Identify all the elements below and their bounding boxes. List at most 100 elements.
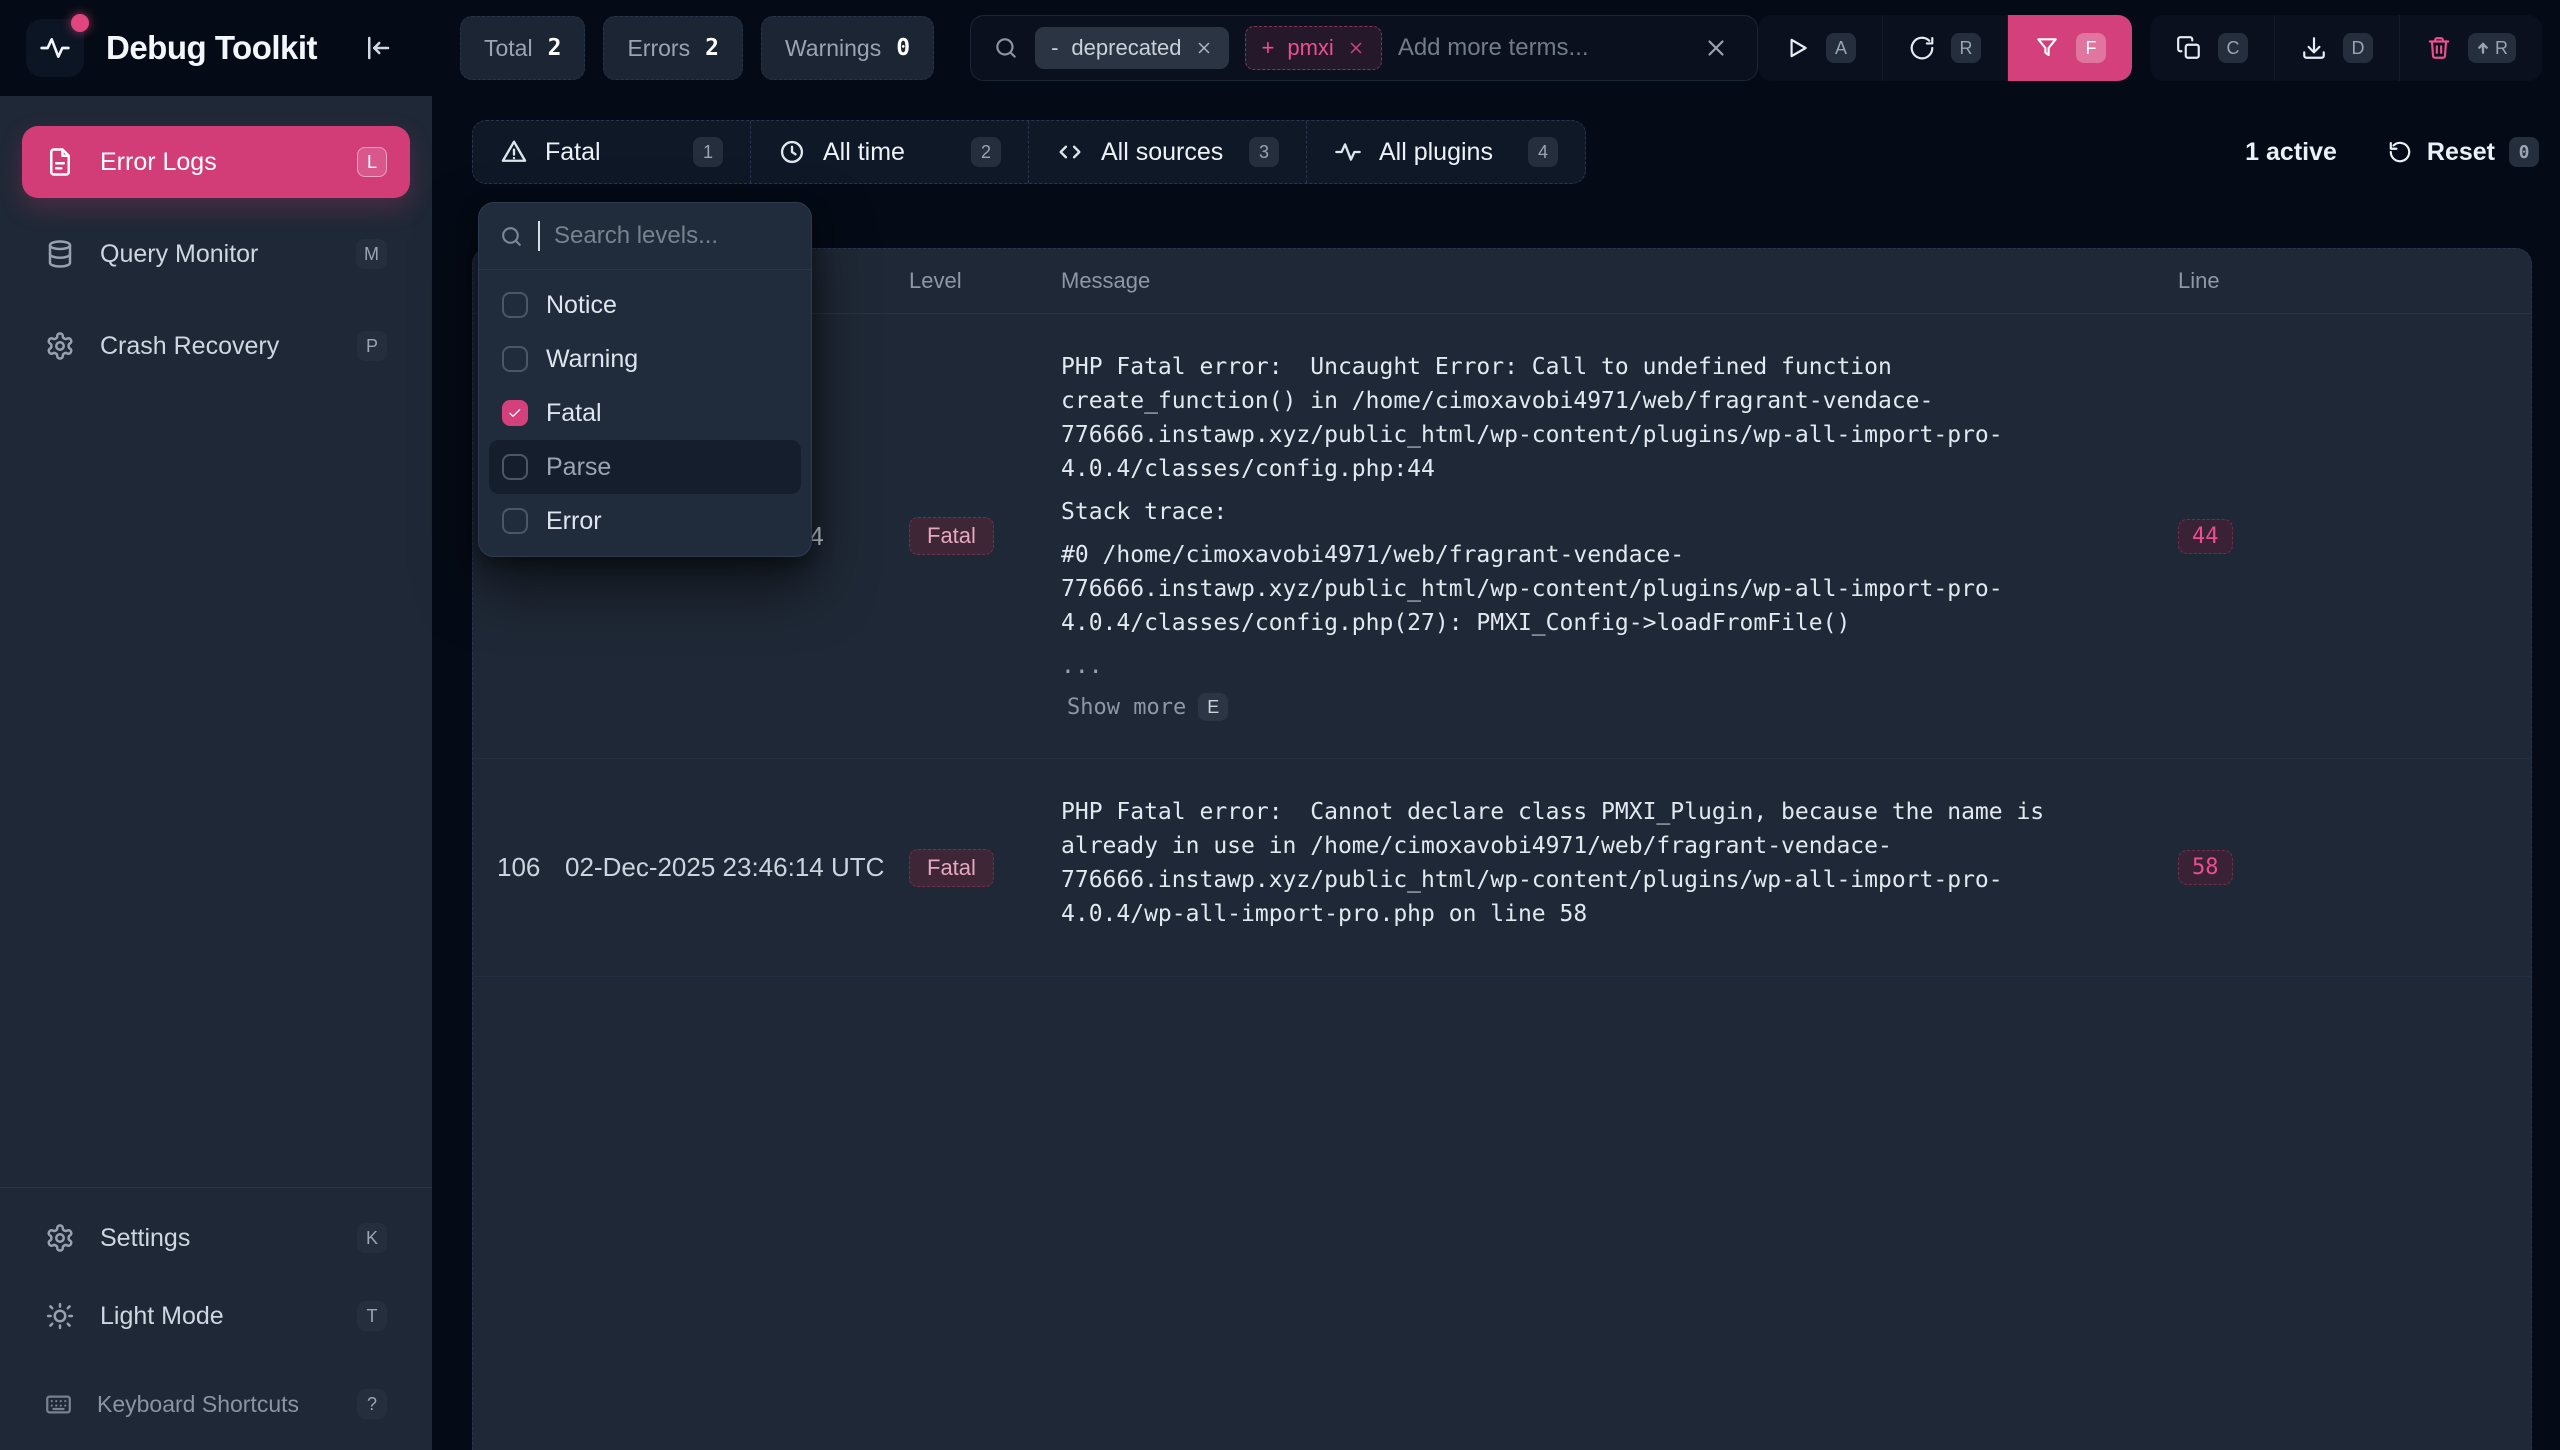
toolbar-actions: A R F bbox=[1758, 15, 2560, 81]
app-title: Debug Toolkit bbox=[106, 29, 317, 67]
plugins-filter-dropdown[interactable]: All plugins 4 bbox=[1307, 121, 1585, 183]
line-number-badge: 58 bbox=[2178, 850, 2233, 885]
gear-icon bbox=[45, 1223, 75, 1253]
run-kbd: A bbox=[1826, 33, 1856, 63]
delete-button[interactable]: R bbox=[2400, 15, 2542, 81]
sources-filter-dropdown[interactable]: All sources 3 bbox=[1029, 121, 1307, 183]
search-tag-include[interactable]: + pmxi bbox=[1245, 26, 1382, 70]
stat-total[interactable]: Total 2 bbox=[460, 16, 585, 80]
refresh-kbd: R bbox=[1951, 33, 1981, 63]
checkbox-checked[interactable] bbox=[502, 400, 528, 426]
search-tag-exclude[interactable]: - deprecated bbox=[1035, 27, 1228, 69]
level-option-label: Warning bbox=[546, 345, 638, 374]
level-badge: Fatal bbox=[909, 849, 994, 887]
line-number-badge: 44 bbox=[2178, 519, 2233, 554]
level-filter-dropdown[interactable]: Fatal 1 bbox=[473, 121, 751, 183]
sidebar-item-kbd: ? bbox=[357, 1389, 387, 1419]
refresh-icon bbox=[1909, 35, 1935, 61]
sidebar-item-crash-recovery[interactable]: Crash Recovery P bbox=[22, 310, 410, 382]
gear-icon bbox=[45, 331, 75, 361]
checkbox-unchecked[interactable] bbox=[502, 346, 528, 372]
search-icon bbox=[499, 224, 524, 249]
copy-icon bbox=[2176, 35, 2202, 61]
level-option-error[interactable]: Error bbox=[489, 494, 801, 548]
time-filter-label: All time bbox=[823, 138, 905, 167]
sidebar-item-label: Query Monitor bbox=[100, 240, 258, 269]
stat-warnings-value: 0 bbox=[896, 35, 910, 61]
sidebar-item-light-mode[interactable]: Light Mode T bbox=[22, 1280, 410, 1352]
remove-tag-icon[interactable] bbox=[1347, 39, 1365, 57]
sidebar: Error Logs L Query Monitor M Crash Recov… bbox=[0, 96, 432, 1450]
sidebar-item-query-monitor[interactable]: Query Monitor M bbox=[22, 218, 410, 290]
filter-button[interactable]: F bbox=[2008, 15, 2132, 81]
notification-dot bbox=[71, 14, 89, 32]
stat-total-label: Total bbox=[484, 35, 533, 62]
message-paragraph: PHP Fatal error: Uncaught Error: Call to… bbox=[1061, 350, 2086, 486]
remove-tag-icon[interactable] bbox=[1195, 39, 1213, 57]
checkbox-unchecked[interactable] bbox=[502, 292, 528, 318]
plugins-filter-label: All plugins bbox=[1379, 138, 1493, 167]
collapse-sidebar-button[interactable] bbox=[359, 29, 397, 67]
stat-warnings[interactable]: Warnings 0 bbox=[761, 16, 934, 80]
sidebar-item-label: Crash Recovery bbox=[100, 332, 279, 361]
refresh-button[interactable]: R bbox=[1883, 15, 2008, 81]
reset-kbd: 0 bbox=[2509, 137, 2539, 167]
sources-filter-label: All sources bbox=[1101, 138, 1223, 167]
copy-kbd: C bbox=[2218, 33, 2248, 63]
level-option-label: Fatal bbox=[546, 399, 602, 428]
search-tag-prefix: + bbox=[1262, 35, 1275, 61]
stat-errors[interactable]: Errors 2 bbox=[603, 16, 742, 80]
sidebar-item-error-logs[interactable]: Error Logs L bbox=[22, 126, 410, 198]
level-option-fatal[interactable]: Fatal bbox=[489, 386, 801, 440]
show-more-button[interactable]: Show more E bbox=[1061, 692, 1234, 722]
reset-filters-button[interactable]: Reset 0 bbox=[2381, 136, 2545, 168]
close-icon bbox=[1703, 35, 1729, 61]
sidebar-footer: Settings K Light Mode T Keyboard Shortcu… bbox=[0, 1187, 432, 1434]
message-paragraph: Stack trace: bbox=[1061, 495, 2086, 529]
copy-button[interactable]: C bbox=[2150, 15, 2275, 81]
stat-warnings-label: Warnings bbox=[785, 35, 881, 62]
level-option-label: Error bbox=[546, 507, 602, 536]
text-cursor bbox=[538, 221, 540, 251]
column-header-line[interactable]: Line bbox=[2178, 268, 2531, 294]
brand-zone: Debug Toolkit bbox=[0, 19, 432, 77]
stat-errors-label: Errors bbox=[627, 35, 690, 62]
time-filter-dropdown[interactable]: All time 2 bbox=[751, 121, 1029, 183]
message-paragraph: PHP Fatal error: Cannot declare class PM… bbox=[1061, 795, 2086, 931]
checkbox-unchecked[interactable] bbox=[502, 508, 528, 534]
level-options-list: Notice Warning Fatal Parse Error bbox=[479, 270, 811, 548]
sidebar-item-kbd: K bbox=[357, 1223, 387, 1253]
level-option-label: Parse bbox=[546, 453, 611, 482]
filter-kbd: F bbox=[2076, 33, 2106, 63]
log-timestamp: 02-Dec-2025 23:46:14 UTC bbox=[565, 852, 909, 883]
column-header-level[interactable]: Level bbox=[909, 268, 1061, 294]
run-button[interactable]: A bbox=[1758, 15, 1883, 81]
level-option-warning[interactable]: Warning bbox=[489, 332, 801, 386]
clear-search-button[interactable] bbox=[1697, 34, 1735, 62]
level-filter-label: Fatal bbox=[545, 138, 601, 167]
sidebar-item-settings[interactable]: Settings K bbox=[22, 1202, 410, 1274]
search-tag-text: pmxi bbox=[1287, 35, 1333, 61]
sidebar-item-keyboard-shortcuts[interactable]: Keyboard Shortcuts ? bbox=[22, 1374, 410, 1434]
search-tag-prefix: - bbox=[1051, 35, 1058, 61]
download-kbd: D bbox=[2343, 33, 2373, 63]
sidebar-item-kbd: M bbox=[356, 239, 387, 269]
level-search-input[interactable]: Search levels... bbox=[479, 203, 811, 270]
app-logo bbox=[26, 19, 84, 77]
filter-dropdown-group: Fatal 1 All time 2 All sources 3 bbox=[472, 120, 1586, 184]
filter-status-zone: 1 active Reset 0 bbox=[2245, 136, 2545, 168]
sidebar-item-label: Keyboard Shortcuts bbox=[97, 1391, 299, 1418]
download-button[interactable]: D bbox=[2275, 15, 2400, 81]
filter-bar: Fatal 1 All time 2 All sources 3 bbox=[472, 120, 2545, 184]
sidebar-item-label: Settings bbox=[100, 1224, 190, 1253]
checkbox-unchecked[interactable] bbox=[502, 454, 528, 480]
column-header-message[interactable]: Message bbox=[1061, 268, 2178, 294]
level-option-parse[interactable]: Parse bbox=[489, 440, 801, 494]
table-row[interactable]: 106 02-Dec-2025 23:46:14 UTC Fatal PHP F… bbox=[473, 759, 2531, 977]
stats-chips: Total 2 Errors 2 Warnings 0 bbox=[460, 16, 934, 80]
action-group-primary: A R F bbox=[1758, 15, 2132, 81]
level-badge: Fatal bbox=[909, 517, 994, 555]
play-icon bbox=[1784, 35, 1810, 61]
search-input[interactable]: - deprecated + pmxi Add more terms... bbox=[970, 15, 1758, 81]
level-option-notice[interactable]: Notice bbox=[489, 278, 801, 332]
